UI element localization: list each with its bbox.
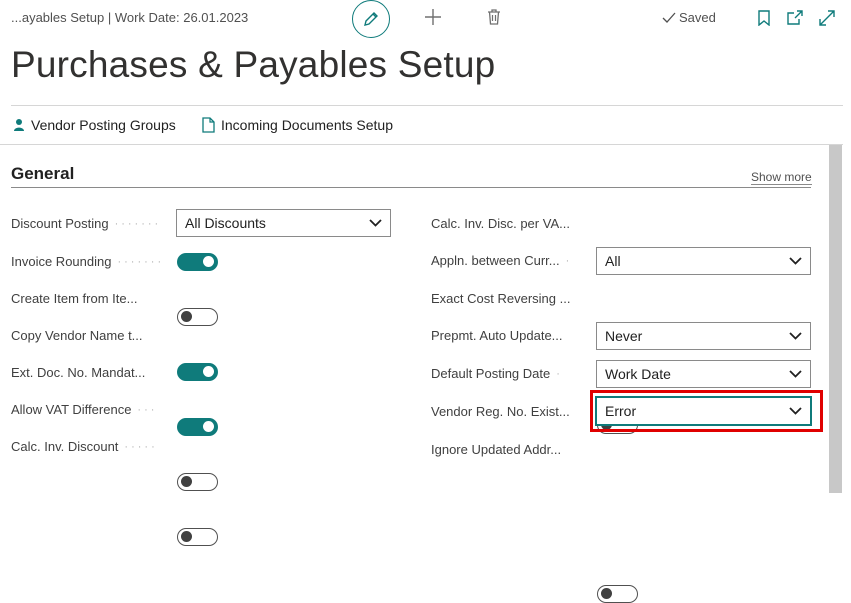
discount-posting-select[interactable]: All Discounts [176,209,391,237]
saved-status: Saved [662,10,716,25]
person-icon [14,119,24,131]
field-label: Ext. Doc. No. Mandat... [11,365,146,380]
field-label: Create Item from Ite... [11,291,138,306]
ext-doc-no-mandatory-toggle[interactable] [177,418,218,436]
field-label: Vendor Reg. No. Exist... [431,404,570,419]
section-title[interactable]: General [11,164,74,184]
field-label: Discount Posting ······· [11,216,162,231]
delete-button[interactable] [484,6,504,28]
field-label: Prepmt. Auto Update... [431,328,563,343]
copy-vendor-name-toggle[interactable] [177,363,218,381]
field-label: Calc. Inv. Discount ····· [11,439,158,454]
field-label: Default Posting Date · [431,366,563,381]
action-vendor-posting-groups[interactable]: Vendor Posting Groups [13,117,176,133]
prepmt-auto-update-select[interactable]: Never [596,322,811,350]
highlight-box [590,390,823,432]
show-more-link[interactable]: Show more [751,170,812,185]
create-item-toggle[interactable] [177,308,218,326]
default-posting-date-select[interactable]: Work Date [596,360,811,388]
window-title: ...ayables Setup | Work Date: 26.01.2023 [11,10,249,25]
invoice-rounding-toggle[interactable] [177,253,218,271]
checkmark-icon [662,12,676,23]
appln-between-currencies-select[interactable]: All [596,247,811,275]
action-label: Incoming Documents Setup [221,117,393,133]
divider [11,105,843,106]
section-divider [11,187,811,188]
page-title: Purchases & Payables Setup [11,44,496,85]
open-new-window-icon [787,10,803,25]
bookmark-button[interactable] [755,8,773,28]
field-label: Copy Vendor Name t... [11,328,143,343]
chevron-down-icon [369,219,382,227]
expand-icon [819,10,835,26]
expand-button[interactable] [818,8,836,28]
field-label: Allow VAT Difference ··· [11,402,158,417]
saved-label: Saved [679,10,716,25]
action-incoming-documents-setup[interactable]: Incoming Documents Setup [202,117,393,133]
chevron-down-icon [789,332,802,340]
field-label: Exact Cost Reversing ... [431,291,571,306]
open-new-window-button[interactable] [786,8,804,28]
plus-icon [425,9,441,25]
chevron-down-icon [789,257,802,265]
bookmark-icon [758,10,770,26]
new-button[interactable] [422,6,444,28]
chevron-down-icon [789,370,802,378]
edit-button[interactable] [352,0,390,38]
calc-inv-discount-toggle[interactable] [177,528,218,546]
field-label: Calc. Inv. Disc. per VA... [431,216,570,231]
field-label: Ignore Updated Addr... [431,442,562,457]
pencil-icon [364,12,378,26]
field-label: Invoice Rounding ······· [11,254,165,269]
scrollbar[interactable] [829,145,842,493]
action-label: Vendor Posting Groups [31,117,176,133]
field-label: Appln. between Curr... · [431,253,573,268]
trash-icon [488,9,500,25]
document-icon [202,117,215,133]
ignore-updated-addresses-toggle[interactable] [597,585,638,603]
allow-vat-difference-toggle[interactable] [177,473,218,491]
